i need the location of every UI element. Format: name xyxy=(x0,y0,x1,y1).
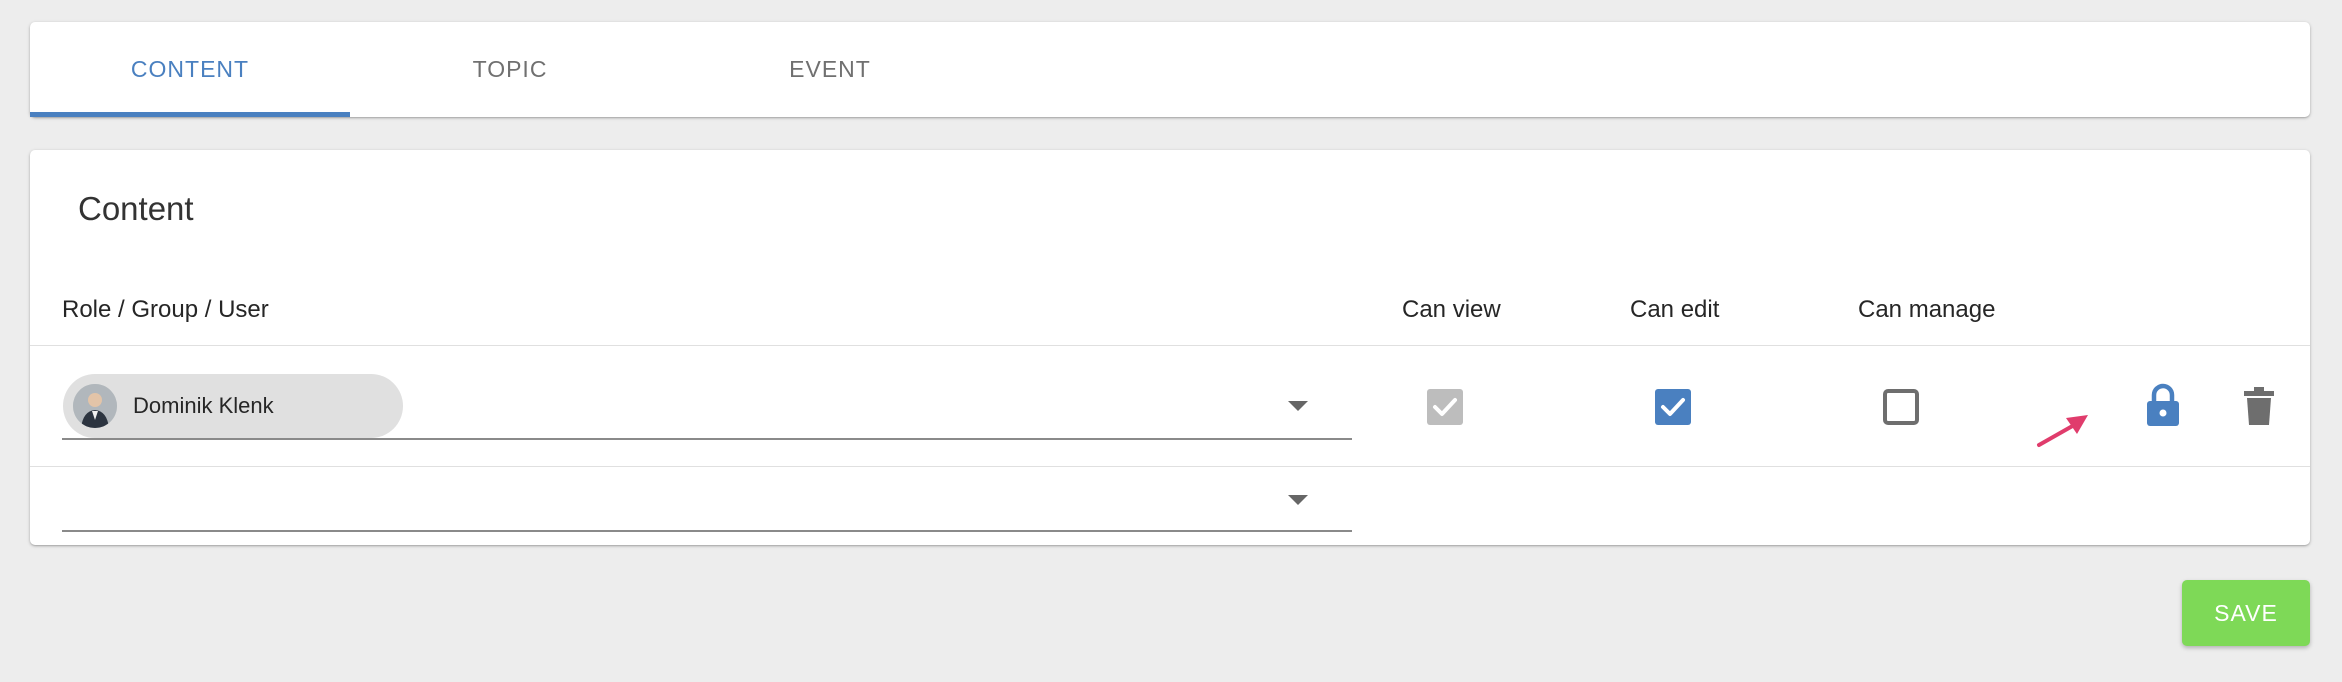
tabs-bar: CONTENT TOPIC EVENT xyxy=(30,22,2310,117)
lock-icon[interactable] xyxy=(2146,383,2180,432)
user-chip-label: Dominik Klenk xyxy=(133,393,274,418)
can-view-checkbox[interactable] xyxy=(1427,389,1463,425)
column-header-can-view: Can view xyxy=(1402,296,1501,323)
can-manage-checkbox[interactable] xyxy=(1883,389,1919,425)
tab-event[interactable]: EVENT xyxy=(670,22,990,117)
tab-topic[interactable]: TOPIC xyxy=(350,22,670,117)
section-title: Content xyxy=(78,190,194,227)
save-button[interactable]: SAVE xyxy=(2182,580,2310,646)
chevron-down-icon[interactable] xyxy=(1288,495,1308,505)
permissions-card: Content Role / Group / User Can view Can… xyxy=(30,150,2310,545)
column-header-can-manage: Can manage xyxy=(1858,296,1996,323)
chevron-down-icon[interactable] xyxy=(1288,401,1308,411)
column-header-role: Role / Group / User xyxy=(62,296,269,323)
can-edit-checkbox[interactable] xyxy=(1655,389,1691,425)
role-select-underline-empty[interactable] xyxy=(62,530,1352,532)
row-divider xyxy=(30,466,2310,467)
tab-content[interactable]: CONTENT xyxy=(30,22,350,117)
annotation-arrow-icon xyxy=(2036,412,2092,453)
avatar xyxy=(73,384,117,428)
active-tab-indicator xyxy=(30,112,350,117)
column-header-can-edit: Can edit xyxy=(1630,296,1720,323)
header-divider xyxy=(30,345,2310,346)
role-select-underline xyxy=(62,438,1352,440)
user-chip[interactable]: Dominik Klenk xyxy=(63,374,403,438)
trash-icon[interactable] xyxy=(2243,386,2275,431)
